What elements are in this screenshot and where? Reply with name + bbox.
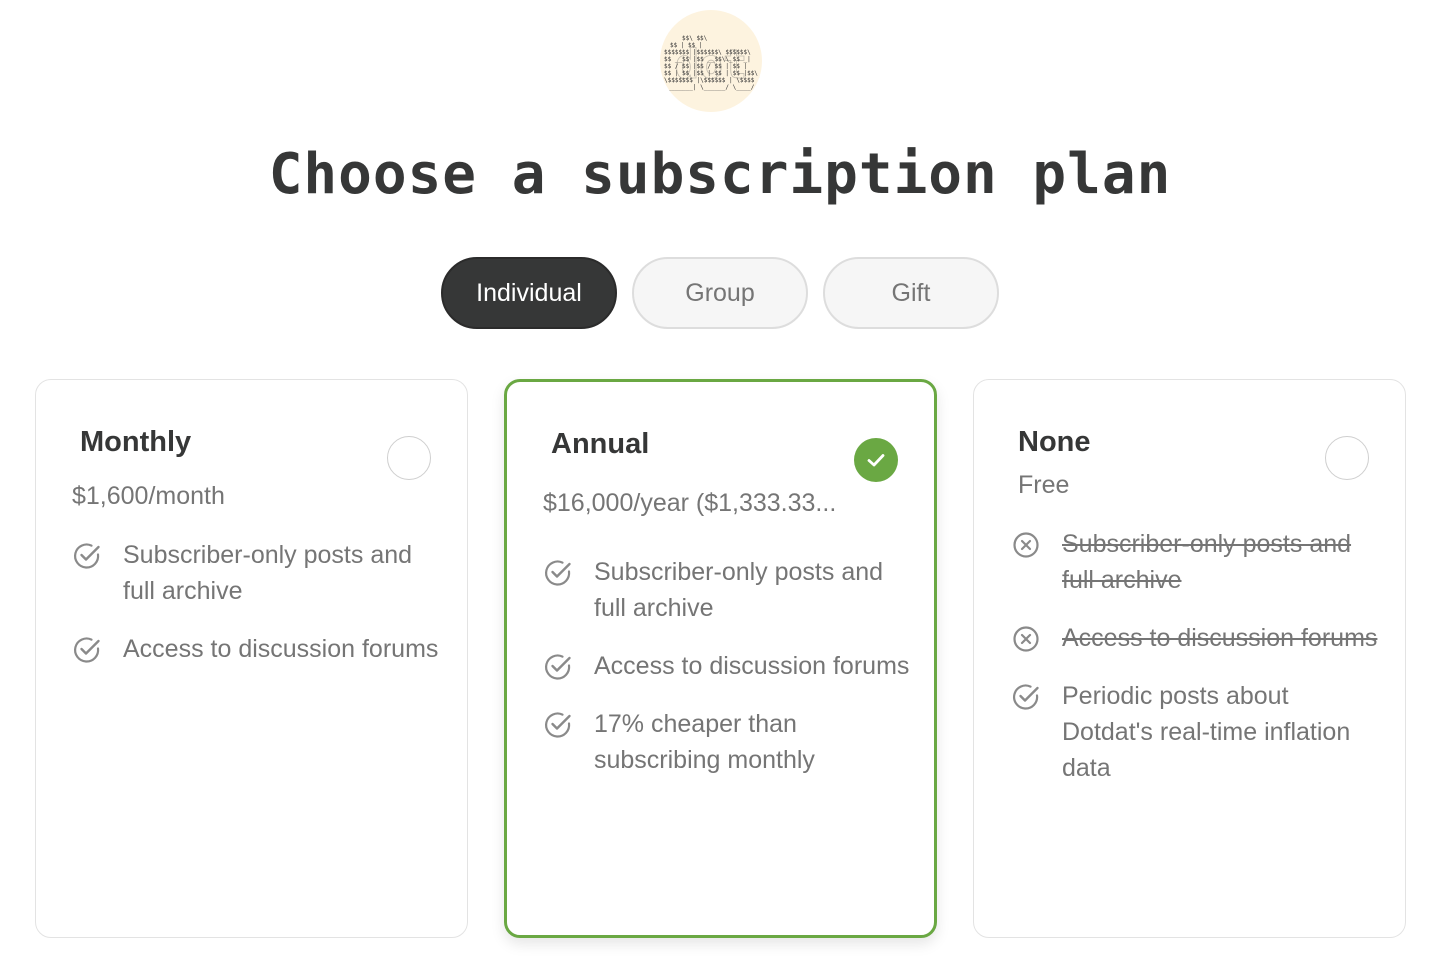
feature-list: Subscriber-only posts and full archive A…	[72, 537, 447, 689]
feature-item-excluded: Subscriber-only posts and full archive	[1011, 526, 1385, 598]
publication-logo: $$\ $$\ $$ | $$ | $$$$$$$ |$$$$$$\ $$$$$…	[660, 10, 762, 112]
x-circle-icon	[1013, 626, 1039, 652]
plan-price: Free	[1018, 471, 1070, 499]
plan-radio-unselected[interactable]	[387, 436, 431, 480]
feature-text: Periodic posts about Dotdat's real-time …	[1062, 682, 1351, 782]
feature-list: Subscriber-only posts and full archive A…	[543, 554, 914, 800]
feature-text: Access to discussion forums	[594, 652, 910, 680]
page-title: Choose a subscription plan	[268, 142, 1172, 207]
check-circle-icon	[74, 637, 100, 663]
svg-text:$$\ $$\: $$\ $$\	[682, 35, 708, 42]
feature-text: Subscriber-only posts and full archive	[594, 558, 884, 622]
plan-name: Annual	[551, 428, 650, 460]
feature-text: 17% cheaper than subscribing monthly	[594, 710, 815, 774]
check-circle-icon	[545, 560, 571, 586]
feature-text: Subscriber-only posts and full archive	[1062, 530, 1352, 594]
check-circle-icon	[74, 543, 100, 569]
tab-individual[interactable]: Individual	[441, 257, 617, 329]
plan-price: $16,000/year ($1,333.33...	[543, 489, 837, 517]
check-circle-icon	[1013, 684, 1039, 710]
feature-item: Periodic posts about Dotdat's real-time …	[1011, 678, 1385, 786]
feature-item: Subscriber-only posts and full archive	[543, 554, 914, 626]
svg-text:dot: dot	[675, 42, 747, 88]
check-circle-icon	[545, 712, 571, 738]
feature-text: Subscriber-only posts and full archive	[123, 541, 413, 605]
plan-name: None	[1018, 426, 1091, 458]
feature-list: Subscriber-only posts and full archive A…	[1011, 526, 1385, 808]
plan-radio-unselected[interactable]	[1325, 436, 1369, 480]
plan-name: Monthly	[80, 426, 192, 458]
plan-radio-selected[interactable]	[854, 438, 898, 482]
plan-card-annual[interactable]: Annual $16,000/year ($1,333.33... Subscr…	[504, 379, 937, 938]
checkmark-icon	[867, 454, 885, 467]
x-circle-icon	[1013, 532, 1039, 558]
feature-text: Access to discussion forums	[123, 635, 439, 663]
feature-item: 17% cheaper than subscribing monthly	[543, 706, 914, 778]
feature-item: Access to discussion forums	[543, 648, 914, 684]
plan-card-none[interactable]: None Free Subscriber-only posts and full…	[973, 379, 1406, 938]
feature-item: Subscriber-only posts and full archive	[72, 537, 447, 609]
plan-card-monthly[interactable]: Monthly $1,600/month Subscriber-only pos…	[35, 379, 468, 938]
tab-gift[interactable]: Gift	[823, 257, 999, 329]
tab-group[interactable]: Group	[632, 257, 808, 329]
feature-text: Access to discussion forums	[1062, 624, 1378, 652]
check-circle-icon	[545, 654, 571, 680]
feature-item-excluded: Access to discussion forums	[1011, 620, 1385, 656]
plan-price: $1,600/month	[72, 482, 225, 510]
feature-item: Access to discussion forums	[72, 631, 447, 667]
